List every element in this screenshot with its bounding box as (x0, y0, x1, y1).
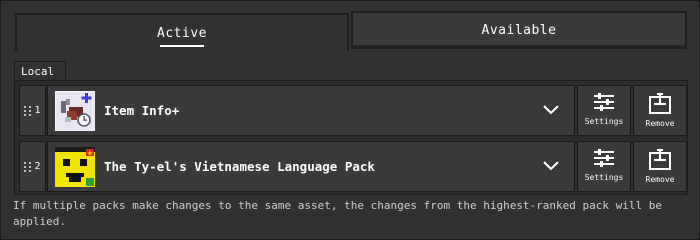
tab-active[interactable]: Active (15, 13, 349, 51)
pack-row: 1 Item Info+ Settings Remove (17, 84, 687, 137)
drag-handle[interactable]: 1 (19, 85, 46, 136)
remove-icon (649, 93, 671, 114)
item-info-plus-icon (55, 91, 95, 131)
remove-label: Remove (645, 119, 675, 128)
remove-label: Remove (645, 175, 675, 184)
section-local-text: Local (21, 64, 55, 78)
remove-button[interactable]: Remove (633, 141, 687, 192)
tab-available[interactable]: Available (351, 11, 687, 49)
settings-label: Settings (584, 117, 624, 126)
sliders-icon (594, 93, 614, 111)
pack-rank: 2 (34, 161, 41, 172)
chevron-down-icon[interactable] (542, 158, 560, 172)
grip-icon (24, 105, 32, 116)
grip-icon (24, 161, 32, 172)
pack-entry[interactable]: The Ty-el's Vietnamese Language Pack (47, 141, 575, 192)
section-local-label: Local (14, 61, 66, 80)
chevron-down-icon[interactable] (542, 102, 560, 116)
pack-priority-note: If multiple packs make changes to the sa… (13, 199, 663, 228)
remove-button[interactable]: Remove (633, 85, 687, 136)
pack-rank: 1 (34, 105, 41, 116)
active-tab-underline (160, 45, 204, 47)
pack-title: The Ty-el's Vietnamese Language Pack (104, 159, 375, 174)
settings-button[interactable]: Settings (577, 85, 631, 136)
resource-packs-panel: Active Available Local 1 Item Info+ Sett… (0, 0, 700, 240)
pack-title: Item Info+ (104, 103, 180, 118)
remove-icon (649, 149, 671, 170)
pack-list: 1 Item Info+ Settings Remove 2 The Ty-el… (14, 80, 688, 195)
tab-available-label: Available (481, 22, 557, 38)
sliders-icon (594, 149, 614, 167)
pack-entry[interactable]: Item Info+ (47, 85, 575, 136)
pack-row: 2 The Ty-el's Vietnamese Language Pack S… (17, 140, 687, 193)
tab-active-label: Active (157, 25, 207, 41)
yellow-face-vietnam-icon (55, 147, 95, 187)
drag-handle[interactable]: 2 (19, 141, 46, 192)
settings-button[interactable]: Settings (577, 141, 631, 192)
settings-label: Settings (584, 173, 624, 182)
